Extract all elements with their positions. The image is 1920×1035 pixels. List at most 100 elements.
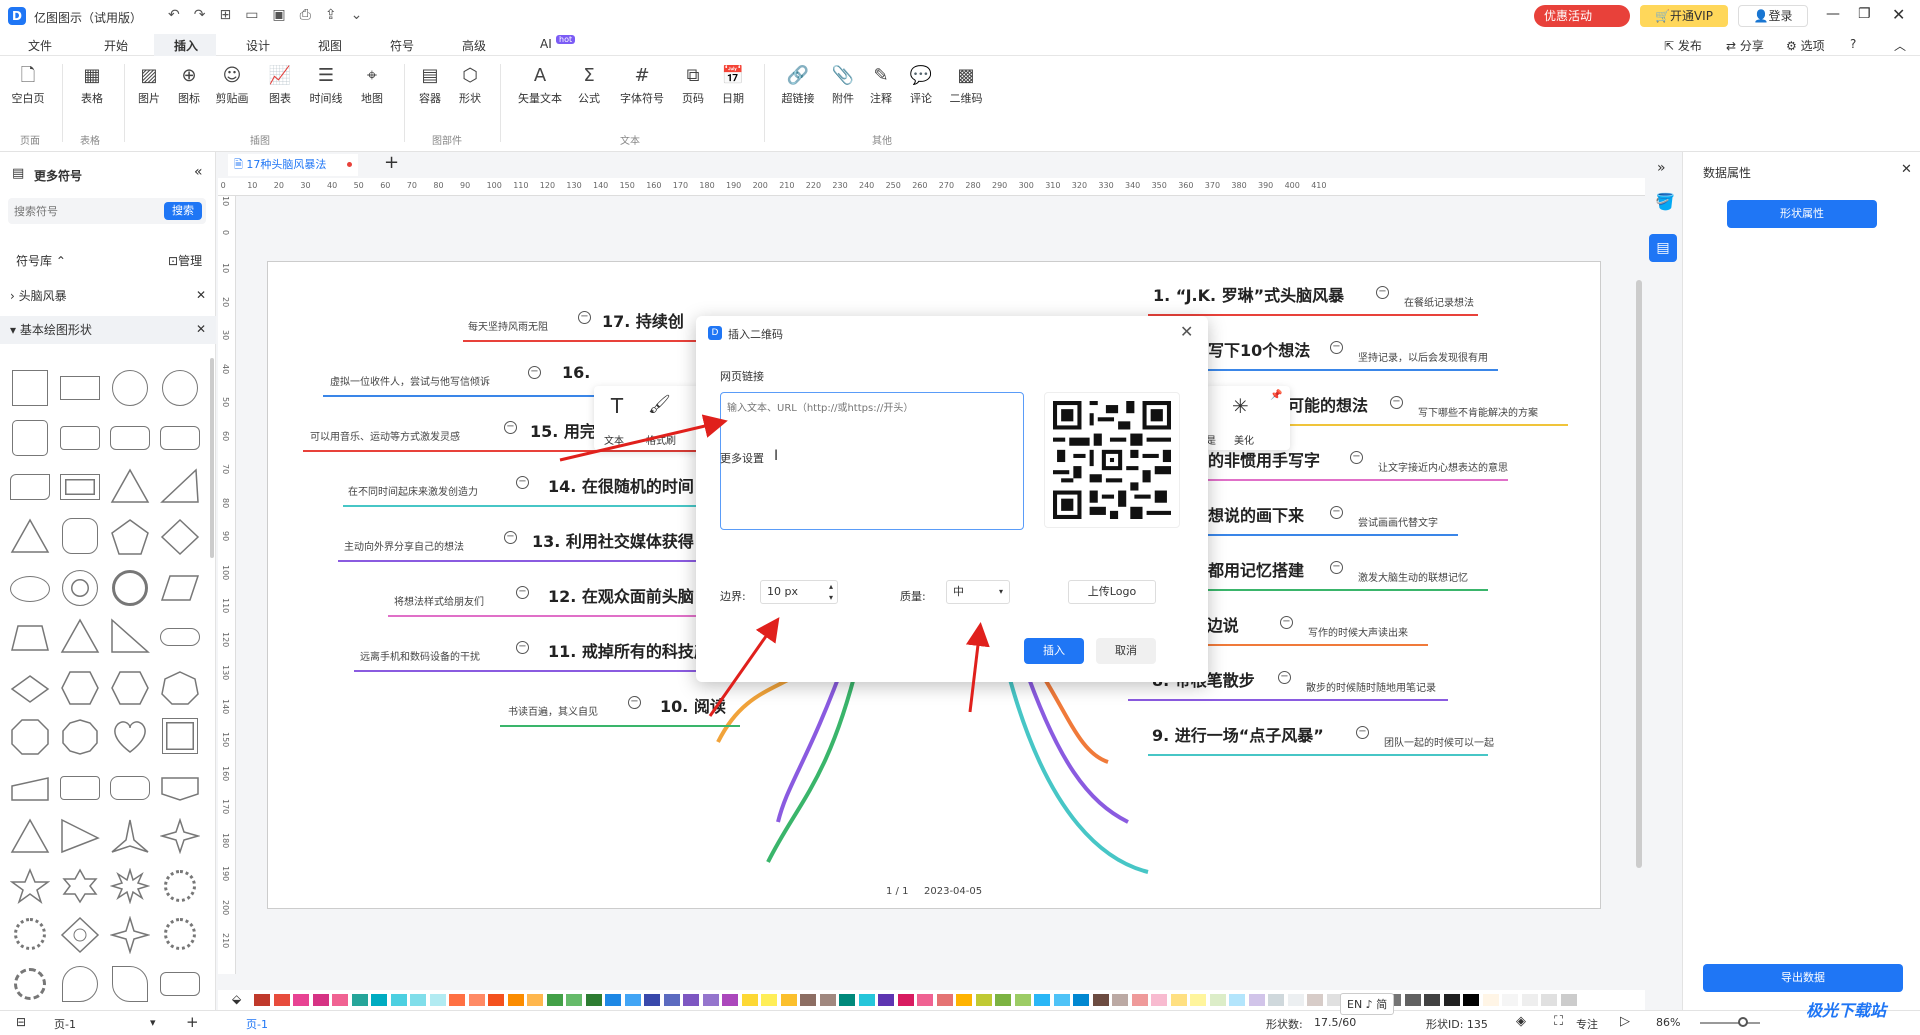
- menu-symbol[interactable]: 符号: [390, 37, 414, 54]
- color-swatch[interactable]: [605, 994, 621, 1006]
- color-swatch[interactable]: [390, 994, 407, 1006]
- shape-diamond[interactable]: [160, 518, 200, 556]
- shape-star-8[interactable]: [110, 868, 150, 904]
- panel-scrollbar[interactable]: [210, 358, 214, 558]
- color-swatch[interactable]: [702, 994, 719, 1006]
- shape-banner[interactable]: [160, 776, 200, 802]
- shape-octagon[interactable]: [10, 718, 50, 756]
- topic-16[interactable]: 16.: [562, 363, 590, 382]
- color-swatch[interactable]: [351, 994, 368, 1006]
- color-swatch[interactable]: [273, 994, 290, 1006]
- topic-1-note[interactable]: 在餐纸记录想法: [1404, 294, 1474, 309]
- topic-11-note[interactable]: 远离手机和数码设备的干扰: [360, 648, 480, 663]
- format-painter-icon[interactable]: 🖌: [648, 394, 671, 415]
- color-swatch[interactable]: [780, 994, 797, 1006]
- menu-ai[interactable]: AI: [540, 37, 552, 51]
- shape-square[interactable]: [12, 370, 48, 406]
- shape-star-6[interactable]: [60, 868, 100, 904]
- shape-trapezoid[interactable]: [10, 624, 50, 652]
- zoom-value[interactable]: 86%: [1656, 1016, 1680, 1029]
- color-swatch[interactable]: [449, 994, 465, 1006]
- shape-heart[interactable]: [110, 718, 150, 756]
- color-swatch[interactable]: [1482, 994, 1499, 1006]
- color-swatch[interactable]: [644, 994, 660, 1006]
- color-swatch[interactable]: [546, 994, 563, 1006]
- color-swatch[interactable]: [1404, 994, 1421, 1006]
- topic-9[interactable]: 9. 进行一场“点子风暴”: [1152, 722, 1324, 746]
- menu-advanced[interactable]: 高级: [462, 37, 486, 54]
- insert-button[interactable]: 插入: [1024, 638, 1084, 664]
- quality-select[interactable]: 中 ▾: [946, 580, 1010, 604]
- color-swatch[interactable]: [936, 994, 953, 1006]
- topic-14-note[interactable]: 在不同时间起床来激发创造力: [348, 483, 478, 498]
- shape-pill[interactable]: [160, 628, 200, 646]
- color-swatch[interactable]: [683, 994, 699, 1006]
- focus-label[interactable]: 专注: [1576, 1016, 1598, 1032]
- topic-2-note[interactable]: 坚持记录，以后会发现很有用: [1358, 349, 1488, 364]
- stepper-arrows-icon[interactable]: ▴ ▾: [829, 581, 833, 603]
- shape-heptagon[interactable]: [160, 670, 200, 706]
- color-swatch[interactable]: [1502, 994, 1518, 1006]
- section-basic-shapes[interactable]: ▾ 基本绘图形状: [0, 316, 216, 344]
- color-swatch[interactable]: [956, 994, 972, 1006]
- export-data-button[interactable]: 导出数据: [1703, 964, 1903, 992]
- color-swatch[interactable]: [1151, 994, 1167, 1006]
- color-swatch[interactable]: [1170, 994, 1187, 1006]
- collapse-icon[interactable]: −: [628, 696, 641, 709]
- topic-15-note[interactable]: 可以用音乐、运动等方式激发灵感: [310, 428, 460, 443]
- shape-rounded-rect[interactable]: [160, 972, 200, 996]
- tool-font-symbol[interactable]: # 字体符号: [614, 62, 670, 106]
- shape-octagon-rounded[interactable]: [62, 518, 98, 554]
- color-swatch[interactable]: [1307, 994, 1323, 1006]
- color-swatch[interactable]: [995, 994, 1011, 1006]
- panel-title[interactable]: 更多符号: [34, 167, 82, 184]
- collapse-icon[interactable]: −: [1356, 726, 1369, 739]
- border-stepper[interactable]: 10 px ▴ ▾: [760, 580, 838, 604]
- collapse-icon[interactable]: −: [578, 311, 591, 324]
- topic-16-note[interactable]: 虚拟一位收件人，尝试与他写信倾诉: [330, 373, 490, 388]
- shape-hexagon[interactable]: [60, 670, 100, 706]
- zoom-slider-thumb[interactable]: [1738, 1017, 1748, 1027]
- menu-design[interactable]: 设计: [246, 37, 270, 54]
- shape-rounded-rect[interactable]: [110, 426, 150, 450]
- topic-1[interactable]: 1. “J.K. 罗琳”式头脑风暴: [1153, 282, 1344, 306]
- shape-ellipse[interactable]: [10, 576, 50, 602]
- tool-chart[interactable]: 📈 图表: [262, 62, 298, 106]
- tool-attachment[interactable]: 📎 附件: [826, 62, 860, 106]
- topic-5[interactable]: 想说的画下来: [1208, 502, 1304, 526]
- color-swatch[interactable]: [878, 994, 894, 1006]
- expand-panel-icon[interactable]: »: [1657, 160, 1666, 176]
- color-swatch[interactable]: [897, 994, 914, 1006]
- menu-view[interactable]: 视图: [318, 37, 342, 54]
- tool-date[interactable]: 📅 日期: [716, 62, 750, 106]
- vip-button[interactable]: 🛒开通VIP: [1640, 5, 1728, 27]
- topic-8-note[interactable]: 散步的时候随时随地用笔记录: [1306, 679, 1436, 694]
- shape-teardrop[interactable]: [62, 966, 98, 1002]
- shape-diamond-circle[interactable]: [60, 916, 100, 954]
- collapse-icon[interactable]: −: [504, 421, 517, 434]
- collapse-icon[interactable]: −: [516, 476, 529, 489]
- shape-decagon[interactable]: [60, 718, 100, 756]
- data-property-icon[interactable]: ▤: [1649, 234, 1677, 262]
- topic-17-note[interactable]: 每天坚持风雨无阻: [468, 318, 548, 333]
- text-tool[interactable]: T: [602, 394, 632, 418]
- tool-shape[interactable]: ⬡ 形状: [452, 62, 488, 106]
- color-swatch[interactable]: [312, 994, 329, 1006]
- dialog-close-icon[interactable]: ✕: [1180, 322, 1193, 341]
- topic-17[interactable]: 17. 持续创: [602, 308, 684, 332]
- minimize-icon[interactable]: —: [1826, 6, 1840, 22]
- menu-file[interactable]: 文件: [28, 37, 52, 54]
- shape-triangle[interactable]: [60, 618, 100, 654]
- color-swatch[interactable]: [1521, 994, 1538, 1006]
- collapse-icon[interactable]: −: [516, 586, 529, 599]
- shape-star-3[interactable]: [110, 818, 150, 854]
- collapse-icon[interactable]: −: [504, 531, 517, 544]
- color-swatch[interactable]: [1463, 994, 1479, 1006]
- close-panel-icon[interactable]: ✕: [1901, 162, 1912, 177]
- collapse-panel-icon[interactable]: «: [194, 164, 203, 180]
- topic-5-note[interactable]: 尝试画画代替文字: [1358, 514, 1438, 529]
- shape-pentagon[interactable]: [110, 518, 150, 556]
- topic-10[interactable]: 10. 阅读: [660, 693, 726, 717]
- collapse-icon[interactable]: −: [516, 641, 529, 654]
- topic-9-note[interactable]: 团队一起的时候可以一起: [1384, 734, 1494, 749]
